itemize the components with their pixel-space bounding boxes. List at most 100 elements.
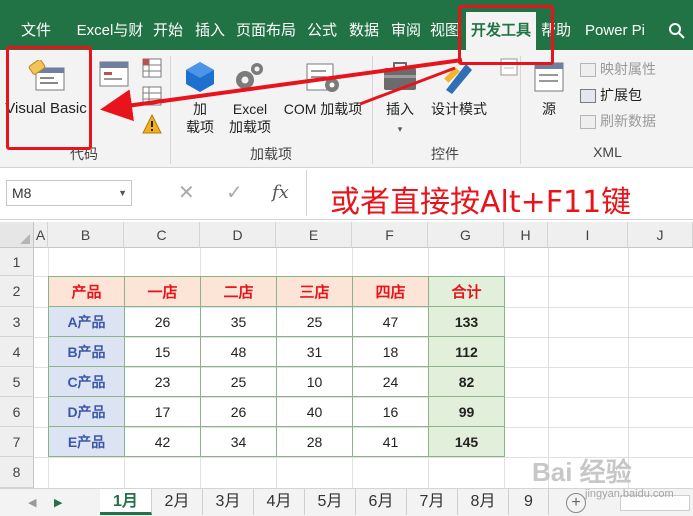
value-cell[interactable]: 25 (200, 366, 277, 397)
tab-file[interactable]: 文件 (0, 12, 72, 50)
row-header-3[interactable]: 3 (0, 307, 34, 337)
macros-button[interactable] (96, 60, 136, 96)
select-all-button[interactable] (0, 222, 34, 248)
value-cell[interactable]: 28 (276, 426, 353, 457)
value-cell[interactable]: 17 (124, 396, 201, 427)
header-cell[interactable]: 合计 (428, 276, 505, 307)
record-macro-button[interactable] (140, 58, 164, 80)
value-cell[interactable]: 48 (200, 336, 277, 367)
product-cell[interactable]: A产品 (48, 306, 125, 337)
sheet-tab-feb[interactable]: 2月 (152, 489, 203, 515)
value-cell[interactable]: 47 (352, 306, 429, 337)
properties-button[interactable] (498, 58, 520, 80)
value-cell[interactable]: 26 (124, 306, 201, 337)
addins-button[interactable]: 加 载项 (176, 58, 224, 140)
sheet-tab-jan[interactable]: 1月 (100, 489, 152, 515)
sheet-tab-mar[interactable]: 3月 (203, 489, 254, 515)
row-header-4[interactable]: 4 (0, 337, 34, 367)
tab-developer[interactable]: 开发工具 (466, 12, 536, 50)
value-cell[interactable]: 35 (200, 306, 277, 337)
total-cell[interactable]: 112 (428, 336, 505, 367)
tab-page-layout[interactable]: 页面布局 (232, 12, 300, 50)
row-header-8[interactable]: 8 (0, 457, 34, 488)
row-header-7[interactable]: 7 (0, 427, 34, 457)
total-cell[interactable]: 145 (428, 426, 505, 457)
sheet-tab-jul[interactable]: 7月 (407, 489, 458, 515)
header-cell[interactable]: 二店 (200, 276, 277, 307)
tab-home[interactable]: 开始 (148, 12, 188, 50)
value-cell[interactable]: 31 (276, 336, 353, 367)
sheet-tab-may[interactable]: 5月 (305, 489, 356, 515)
design-mode-button[interactable]: 设计模式 (424, 58, 494, 140)
sheet-tab-apr[interactable]: 4月 (254, 489, 305, 515)
column-header-i[interactable]: I (548, 222, 628, 248)
refresh-data-button[interactable]: 刷新数据 (580, 110, 656, 132)
enter-icon[interactable]: ✓ (226, 180, 243, 206)
tab-review[interactable]: 审阅 (386, 12, 426, 50)
product-cell[interactable]: E产品 (48, 426, 125, 457)
excel-addins-button[interactable]: Excel 加载项 (224, 58, 276, 140)
column-header-j[interactable]: J (628, 222, 693, 248)
value-cell[interactable]: 42 (124, 426, 201, 457)
add-sheet-button[interactable]: + (566, 493, 586, 513)
total-cell[interactable]: 82 (428, 366, 505, 397)
header-cell[interactable]: 四店 (352, 276, 429, 307)
tab-excel-finance[interactable]: Excel与财 (72, 12, 148, 50)
value-cell[interactable]: 40 (276, 396, 353, 427)
value-cell[interactable]: 34 (200, 426, 277, 457)
name-box[interactable]: M8 ▼ (6, 180, 132, 206)
tab-power-pivot[interactable]: Power Pi (576, 12, 654, 50)
header-cell[interactable]: 三店 (276, 276, 353, 307)
value-cell[interactable]: 18 (352, 336, 429, 367)
value-cell[interactable]: 10 (276, 366, 353, 397)
header-cell[interactable]: 产品 (48, 276, 125, 307)
relative-references-button[interactable] (140, 86, 164, 108)
value-cell[interactable]: 24 (352, 366, 429, 397)
value-cell[interactable]: 16 (352, 396, 429, 427)
row-header-1[interactable]: 1 (0, 248, 34, 276)
search-button[interactable] (660, 12, 693, 50)
tab-insert[interactable]: 插入 (190, 12, 230, 50)
xml-source-button[interactable]: 源 (526, 58, 572, 140)
tab-data[interactable]: 数据 (344, 12, 384, 50)
column-header-h[interactable]: H (504, 222, 548, 248)
sheet-tab-sep[interactable]: 9 (509, 489, 549, 515)
column-header-b[interactable]: B (48, 222, 124, 248)
insert-function-icon[interactable]: fx (272, 180, 289, 206)
scroll-right-icon[interactable]: ▶ (54, 489, 62, 516)
tab-help[interactable]: 帮助 (538, 12, 574, 50)
column-header-d[interactable]: D (200, 222, 276, 248)
com-addins-button[interactable]: COM 加载项 (278, 58, 368, 140)
macro-security-button[interactable] (140, 114, 164, 136)
row-header-2[interactable]: 2 (0, 276, 34, 307)
product-cell[interactable]: D产品 (48, 396, 125, 427)
scroll-left-icon[interactable]: ◀ (28, 489, 36, 516)
value-cell[interactable]: 25 (276, 306, 353, 337)
chevron-down-icon[interactable]: ▼ (118, 181, 127, 205)
column-header-a[interactable]: A (34, 222, 48, 248)
tab-view[interactable]: 视图 (426, 12, 464, 50)
total-cell[interactable]: 133 (428, 306, 505, 337)
visual-basic-button[interactable]: Visual Basic (4, 58, 88, 138)
value-cell[interactable]: 15 (124, 336, 201, 367)
row-header-6[interactable]: 6 (0, 397, 34, 427)
total-cell[interactable]: 99 (428, 396, 505, 427)
column-header-c[interactable]: C (124, 222, 200, 248)
map-properties-button[interactable]: 映射属性 (580, 58, 656, 80)
tab-formulas[interactable]: 公式 (302, 12, 342, 50)
row-header-5[interactable]: 5 (0, 367, 34, 397)
sheet-tab-jun[interactable]: 6月 (356, 489, 407, 515)
column-header-f[interactable]: F (352, 222, 428, 248)
insert-control-button[interactable]: 插入 ▾ (378, 58, 422, 142)
value-cell[interactable]: 41 (352, 426, 429, 457)
product-cell[interactable]: C产品 (48, 366, 125, 397)
expansion-packs-button[interactable]: 扩展包 (580, 84, 642, 106)
sheet-tab-aug[interactable]: 8月 (458, 489, 509, 515)
column-header-g[interactable]: G (428, 222, 504, 248)
column-header-e[interactable]: E (276, 222, 352, 248)
header-cell[interactable]: 一店 (124, 276, 201, 307)
value-cell[interactable]: 26 (200, 396, 277, 427)
cancel-icon[interactable]: ✕ (178, 180, 195, 206)
value-cell[interactable]: 23 (124, 366, 201, 397)
product-cell[interactable]: B产品 (48, 336, 125, 367)
